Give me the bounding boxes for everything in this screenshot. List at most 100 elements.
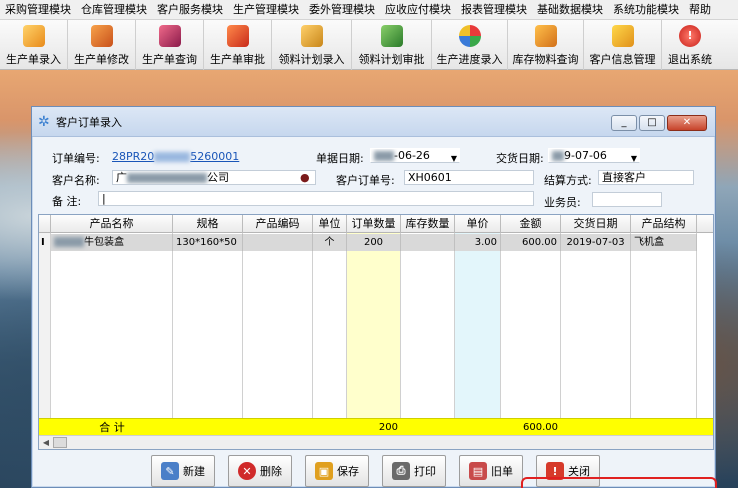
customer-order-no-label: 客户订单号: xyxy=(336,174,395,187)
col-header-delivery-date[interactable]: 交货日期 xyxy=(561,215,631,233)
redacted-block xyxy=(374,151,394,161)
menu-purchase[interactable]: 采购管理模块 xyxy=(0,0,76,20)
cell-order-qty[interactable]: 200 xyxy=(347,234,401,251)
menu-bar: 采购管理模块 仓库管理模块 客户服务模块 生产管理模块 委外管理模块 应收应付模… xyxy=(0,0,738,20)
menu-outsourcing[interactable]: 委外管理模块 xyxy=(304,0,380,20)
col-header-product-code[interactable]: 产品编码 xyxy=(243,215,313,233)
redacted-block xyxy=(127,173,207,183)
cell-spec[interactable]: 130*160*50 xyxy=(173,234,243,251)
cell-unit-price[interactable]: 3.00 xyxy=(455,234,501,251)
customer-order-no-field[interactable]: XH0601 xyxy=(404,170,534,185)
toolbar-material-plan-button[interactable]: 领料计划录入 xyxy=(272,20,352,70)
menu-customer-service[interactable]: 客户服务模块 xyxy=(152,0,228,20)
toolbar: 生产单录入 生产单修改 生产单查询 生产单审批 领料计划录入 领料计划审批 生产… xyxy=(0,20,738,70)
remark-field[interactable]: | xyxy=(98,191,534,206)
customer-name-field[interactable]: 广公司 xyxy=(112,170,316,185)
old-bill-button[interactable]: ▤ 旧单 xyxy=(459,455,523,487)
old-bill-icon: ▤ xyxy=(469,462,487,480)
toolbar-exit-button[interactable]: ! 退出系统 xyxy=(662,20,718,70)
cell-unit[interactable]: 个 xyxy=(313,234,347,251)
settlement-label: 结算方式: xyxy=(544,174,592,187)
toolbar-order-query-button[interactable]: 生产单查询 xyxy=(136,20,204,70)
restore-button[interactable]: □ xyxy=(639,115,665,131)
menu-help[interactable]: 帮助 xyxy=(684,0,716,20)
order-items-grid: 产品名称 规格 产品编码 单位 订单数量 库存数量 单价 金额 交货日期 产品结… xyxy=(38,214,714,450)
delivery-date-picker[interactable]: 9-07-06 ▼ xyxy=(548,148,640,163)
window-controls: _ □ ✕ xyxy=(611,115,707,131)
order-no-label: 订单编号: xyxy=(52,152,100,165)
toolbar-customer-info-button[interactable]: 客户信息管理 xyxy=(584,20,662,70)
progress-icon xyxy=(458,25,481,47)
total-qty: 200 xyxy=(378,422,398,433)
bill-date-picker[interactable]: -06-26 ▼ xyxy=(370,148,460,163)
delete-button[interactable]: ✕ 删除 xyxy=(228,455,292,487)
toolbar-progress-entry-button[interactable]: 生产进度录入 xyxy=(432,20,508,70)
box-add-icon xyxy=(22,25,45,47)
approve-icon xyxy=(226,25,249,47)
exit-icon: ! xyxy=(679,25,701,47)
redacted-block xyxy=(54,237,84,247)
cell-amount[interactable]: 600.00 xyxy=(501,234,561,251)
salesman-label: 业务员: xyxy=(544,196,581,209)
cell-delivery-date[interactable]: 2019-07-03 xyxy=(561,234,631,251)
new-icon: ✎ xyxy=(161,462,179,480)
col-header-product-name[interactable]: 产品名称 xyxy=(51,215,173,233)
print-button[interactable]: ⎙ 打印 xyxy=(382,455,446,487)
toolbar-stock-query-button[interactable]: 库存物料查询 xyxy=(508,20,584,70)
snowflake-icon: ✲ xyxy=(38,113,50,130)
toolbar-material-approve-button[interactable]: 领料计划审批 xyxy=(352,20,432,70)
customer-order-window: ✲ 客户订单录入 _ □ ✕ 订单编号: 28PR20 5260001 单据日期:… xyxy=(31,106,716,488)
grid-header: 产品名称 规格 产品编码 单位 订单数量 库存数量 单价 金额 交货日期 产品结… xyxy=(39,215,713,233)
print-icon: ⎙ xyxy=(392,462,410,480)
cell-product-name[interactable]: 牛包装盒 xyxy=(51,234,173,251)
col-header-order-qty[interactable]: 订单数量 xyxy=(347,215,401,233)
save-button[interactable]: ▣ 保存 xyxy=(305,455,369,487)
menu-system[interactable]: 系统功能模块 xyxy=(608,0,684,20)
window-title: 客户订单录入 xyxy=(56,115,122,129)
bill-date-label: 单据日期: xyxy=(316,152,364,165)
salesman-field[interactable] xyxy=(592,192,662,207)
col-header-structure[interactable]: 产品结构 xyxy=(631,215,697,233)
col-header-unit-price[interactable]: 单价 xyxy=(455,215,501,233)
material-plan-icon xyxy=(300,25,323,47)
col-header-unit[interactable]: 单位 xyxy=(313,215,347,233)
order-no-value[interactable]: 28PR20 5260001 xyxy=(112,150,239,163)
menu-warehouse[interactable]: 仓库管理模块 xyxy=(76,0,152,20)
material-approve-icon xyxy=(380,25,403,47)
scroll-thumb[interactable] xyxy=(53,437,67,448)
table-row[interactable]: I 牛包装盒 130*160*50 个 200 3.00 600.00 2019… xyxy=(39,234,713,251)
customer-icon xyxy=(611,25,634,47)
col-header-amount[interactable]: 金额 xyxy=(501,215,561,233)
box-edit-icon xyxy=(90,25,113,47)
chevron-down-icon: ▼ xyxy=(450,154,457,163)
highlight-annotation xyxy=(521,477,717,488)
minimize-button[interactable]: _ xyxy=(611,115,637,131)
menu-basic-data[interactable]: 基础数据模块 xyxy=(532,0,608,20)
stock-query-icon xyxy=(534,25,557,47)
remark-label: 备 注: xyxy=(52,195,82,208)
menu-production[interactable]: 生产管理模块 xyxy=(228,0,304,20)
redacted-block xyxy=(154,152,191,162)
toolbar-order-approve-button[interactable]: 生产单审批 xyxy=(204,20,272,70)
scroll-left-icon[interactable]: ◀ xyxy=(40,437,52,449)
total-amount: 600.00 xyxy=(523,422,558,433)
col-header-stock-qty[interactable]: 库存数量 xyxy=(401,215,455,233)
window-close-button[interactable]: ✕ xyxy=(667,115,707,131)
total-row: 合 计 200 600.00 xyxy=(39,418,713,435)
chevron-down-icon: ▼ xyxy=(630,154,637,163)
cell-structure[interactable]: 飞机盒 xyxy=(631,234,697,251)
menu-reports[interactable]: 报表管理模块 xyxy=(456,0,532,20)
cell-product-code[interactable] xyxy=(243,234,313,251)
cell-stock-qty[interactable] xyxy=(401,234,455,251)
horizontal-scrollbar[interactable]: ◀ xyxy=(39,435,713,449)
customer-lookup-icon[interactable]: ● xyxy=(300,171,310,184)
toolbar-order-edit-button[interactable]: 生产单修改 xyxy=(68,20,136,70)
col-header-spec[interactable]: 规格 xyxy=(173,215,243,233)
customer-name-label: 客户名称: xyxy=(52,174,100,187)
new-button[interactable]: ✎ 新建 xyxy=(151,455,215,487)
settlement-field[interactable]: 直接客户 xyxy=(598,170,694,185)
menu-receivables[interactable]: 应收应付模块 xyxy=(380,0,456,20)
order-form: 订单编号: 28PR20 5260001 单据日期: -06-26 ▼ 交货日期:… xyxy=(36,140,711,214)
save-icon: ▣ xyxy=(315,462,333,480)
toolbar-order-entry-button[interactable]: 生产单录入 xyxy=(0,20,68,70)
